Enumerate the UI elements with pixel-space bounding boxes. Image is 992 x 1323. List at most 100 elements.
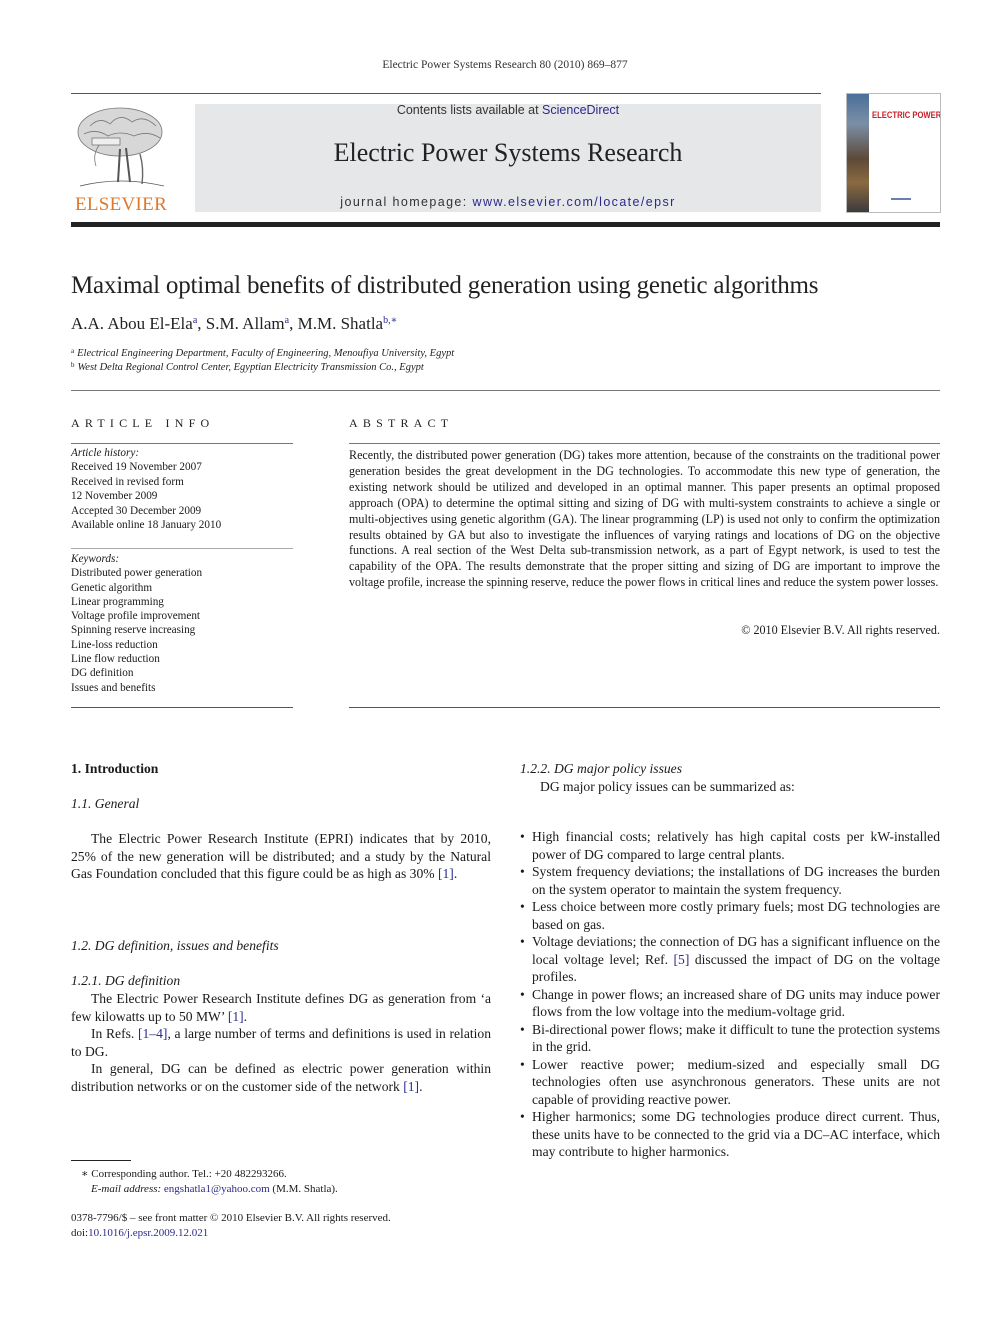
affiliation-a: a Electrical Engineering Department, Facu… bbox=[71, 347, 454, 359]
policy-issues-list: • High financial costs; relatively has hi… bbox=[520, 828, 940, 1161]
keyword-item: Spinning reserve increasing bbox=[71, 624, 196, 637]
keyword-item: Line flow reduction bbox=[71, 653, 160, 666]
header-thick-rule bbox=[71, 222, 940, 227]
bullet-icon: • bbox=[520, 1021, 525, 1037]
contents-available-line: Contents lists available at ScienceDirec… bbox=[195, 103, 821, 117]
paragraph-text: The Electric Power Research Institute (E… bbox=[71, 831, 491, 881]
abstract-heading: ABSTRACT bbox=[349, 416, 454, 430]
list-item: • Bi-directional power flows; make it dif… bbox=[520, 1021, 940, 1056]
cover-publisher-mark bbox=[891, 198, 911, 200]
bullet-icon: • bbox=[520, 934, 525, 949]
affiliation-mark: a bbox=[71, 347, 75, 355]
journal-homepage-link[interactable]: www.elsevier.com/locate/epsr bbox=[473, 195, 676, 209]
abstract-text: Recently, the distributed power generati… bbox=[349, 448, 940, 590]
corresponding-author-footnote: ∗ Corresponding author. Tel.: +20 482293… bbox=[71, 1167, 338, 1197]
sciencedirect-link[interactable]: ScienceDirect bbox=[542, 103, 619, 117]
list-item: • Change in power flows; an increased sha… bbox=[520, 986, 940, 1021]
history-item: Available online 18 January 2010 bbox=[71, 519, 222, 532]
paragraph-text: In general, DG can be defined as electri… bbox=[71, 1061, 491, 1094]
list-item-text: Bi-directional power flows; make it diff… bbox=[532, 1021, 940, 1055]
keyword-item: Genetic algorithm bbox=[71, 581, 153, 594]
list-item-text: High financial costs; relatively has hig… bbox=[532, 829, 940, 862]
email-label: E-mail address: bbox=[91, 1183, 164, 1195]
doi-link[interactable]: 10.1016/j.epsr.2009.12.021 bbox=[88, 1227, 208, 1239]
list-item: • High financial costs; relatively has hi… bbox=[520, 828, 940, 863]
email-link[interactable]: engshatla1@yahoo.com bbox=[164, 1183, 270, 1195]
author-affiliation-mark[interactable]: b,∗ bbox=[383, 315, 397, 326]
subsubsection-heading-policy-issues: 1.2.2. DG major policy issues bbox=[520, 761, 682, 776]
author-separator: , bbox=[289, 314, 298, 333]
subsubsection-heading-dg-definition: 1.2.1. DG definition bbox=[71, 973, 181, 988]
abstract-copyright: © 2010 Elsevier B.V. All rights reserved… bbox=[741, 623, 940, 637]
reference-link[interactable]: [1] bbox=[403, 1079, 419, 1094]
email-suffix: (M.M. Shatla). bbox=[269, 1183, 338, 1195]
author-name[interactable]: M.M. Shatla bbox=[298, 314, 383, 333]
front-matter: 0378-7796/$ – see front matter © 2010 El… bbox=[71, 1211, 391, 1241]
subsection-heading-dg-definition-issues: 1.2. DG definition, issues and benefits bbox=[71, 938, 279, 953]
keyword-item: Issues and benefits bbox=[71, 681, 156, 694]
bullet-icon: • bbox=[520, 829, 525, 844]
dg-definition-paragraphs: The Electric Power Research Institute de… bbox=[71, 991, 492, 1094]
author-separator: , bbox=[197, 314, 206, 333]
policy-intro-paragraph: DG major policy issues can be summarized… bbox=[520, 778, 940, 796]
list-item-text: Higher harmonics; some DG technologies p… bbox=[532, 1109, 940, 1159]
list-item-text: Less choice between more costly primary … bbox=[532, 899, 940, 932]
paragraph-text: The Electric Power Research Institute de… bbox=[71, 991, 491, 1024]
affiliation-text: Electrical Engineering Department, Facul… bbox=[77, 348, 455, 359]
keyword-item: Voltage profile improvement bbox=[71, 610, 201, 623]
keyword-item: Line-loss reduction bbox=[71, 638, 158, 651]
general-paragraph: The Electric Power Research Institute (E… bbox=[71, 831, 491, 881]
contents-prefix: Contents lists available at bbox=[396, 103, 543, 117]
list-item: • Less choice between more costly primary… bbox=[520, 898, 940, 933]
article-history: Article history: Received 19 November 20… bbox=[71, 446, 293, 532]
keyword-item: Linear programming bbox=[71, 595, 164, 608]
keyword-item: DG definition bbox=[71, 667, 134, 680]
keywords: Keywords: Distributed power generation G… bbox=[71, 552, 293, 695]
author-name[interactable]: A.A. Abou El-Ela bbox=[71, 314, 193, 333]
keywords-label: Keywords: bbox=[71, 553, 120, 565]
journal-homepage-line: journal homepage: www.elsevier.com/locat… bbox=[195, 195, 821, 209]
bullet-icon: • bbox=[520, 1109, 525, 1124]
title-divider bbox=[71, 390, 940, 391]
list-item-text: Change in power flows; an increased shar… bbox=[532, 986, 940, 1020]
affiliation-text: West Delta Regional Control Center, Egyp… bbox=[77, 362, 424, 373]
cover-photo-strip bbox=[847, 94, 869, 212]
bullet-icon: • bbox=[520, 986, 525, 1002]
history-item: 12 November 2009 bbox=[71, 490, 158, 503]
list-item: • Voltage deviations; the connection of D… bbox=[520, 933, 940, 986]
divider bbox=[349, 443, 940, 444]
bullet-icon: • bbox=[520, 899, 525, 914]
history-item: Received in revised form bbox=[71, 475, 184, 488]
divider bbox=[71, 443, 293, 444]
affiliation-b: b West Delta Regional Control Center, Egy… bbox=[71, 361, 424, 373]
reference-link[interactable]: [1] bbox=[228, 1009, 244, 1024]
divider bbox=[71, 548, 293, 549]
divider bbox=[349, 707, 940, 708]
reference-link[interactable]: [1] bbox=[438, 866, 454, 881]
author-name[interactable]: S.M. Allam bbox=[206, 314, 285, 333]
history-item: Accepted 30 December 2009 bbox=[71, 504, 202, 517]
journal-cover-image[interactable]: ELECTRIC POWER SYSTEMS RESEARCH bbox=[846, 93, 941, 213]
reference-link[interactable]: [1–4] bbox=[138, 1026, 167, 1041]
history-item: Received 19 November 2007 bbox=[71, 461, 202, 474]
front-matter-line: 0378-7796/$ – see front matter © 2010 El… bbox=[71, 1212, 391, 1224]
article-info-heading: ARTICLE INFO bbox=[71, 416, 215, 430]
reference-link[interactable]: [5] bbox=[674, 952, 690, 967]
running-head: Electric Power Systems Research 80 (2010… bbox=[382, 59, 628, 71]
paragraph-text: DG major policy issues can be summarized… bbox=[540, 779, 795, 794]
article-title: Maximal optimal benefits of distributed … bbox=[71, 272, 819, 299]
list-item: • Lower reactive power; medium-sized and … bbox=[520, 1056, 940, 1109]
journal-name: Electric Power Systems Research bbox=[333, 138, 683, 167]
keyword-item: Distributed power generation bbox=[71, 567, 203, 580]
cover-title: ELECTRIC POWER SYSTEMS RESEARCH bbox=[872, 110, 941, 120]
list-item-text: System frequency deviations; the install… bbox=[532, 864, 940, 897]
bullet-icon: • bbox=[520, 1056, 525, 1072]
email-line: E-mail address: engshatla1@yahoo.com (M.… bbox=[71, 1182, 338, 1197]
elsevier-wordmark: ELSEVIER bbox=[74, 194, 168, 215]
list-item: • Higher harmonics; some DG technologies … bbox=[520, 1108, 940, 1161]
bullet-icon: • bbox=[520, 864, 525, 879]
divider bbox=[71, 707, 293, 708]
doi-line: doi:10.1016/j.epsr.2009.12.021 bbox=[71, 1226, 391, 1241]
section-heading-introduction: 1. Introduction bbox=[71, 761, 159, 776]
author-list: A.A. Abou El-Elaa, S.M. Allama, M.M. Sha… bbox=[71, 314, 397, 334]
